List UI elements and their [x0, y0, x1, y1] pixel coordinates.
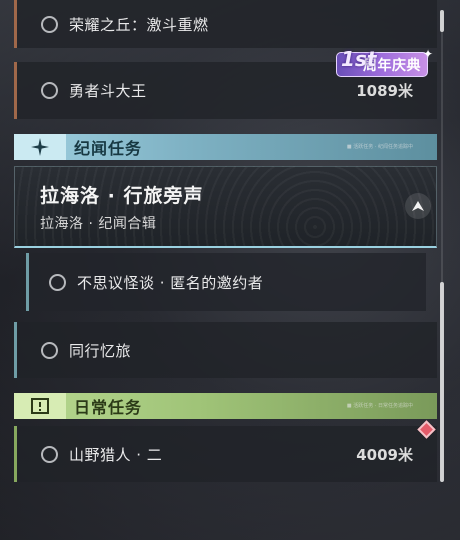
quest-item-companion-memory[interactable]: 同行忆旅 [14, 322, 437, 378]
quest-status-circle-icon [41, 445, 58, 463]
sub-quest-item-anonymous-invitation[interactable]: 不思议怪谈 · 匿名的邀约者 [26, 253, 426, 311]
story-section-caption: ■ 活跃任务 · 纪闻任务追踪中 [346, 144, 413, 150]
story-section-title: 纪闻任务 [74, 139, 143, 158]
story-section-header[interactable]: 纪闻任务 ■ 活跃任务 · 纪闻任务追踪中 [14, 134, 437, 160]
story-quest-icon [14, 134, 66, 160]
featured-quest-subtitle: 拉海洛 · 纪闻合辑 [40, 216, 157, 232]
quest-status-circle-icon [49, 273, 66, 291]
quest-distance: 1089米 [356, 82, 413, 100]
quest-tracker-panel: 荣耀之丘：激斗重燃 勇者斗大王 1089米 1st 周年庆典 ✦ 纪闻任务 ■ … [0, 0, 460, 540]
quest-name: 荣耀之丘：激斗重燃 [69, 15, 209, 34]
quest-status-circle-icon [41, 15, 58, 33]
quest-distance: 4009米 [356, 445, 413, 464]
scrollbar-thumb[interactable] [440, 282, 444, 482]
scrollbar-top-marker [440, 10, 444, 32]
quest-item-glory-hill[interactable]: 荣耀之丘：激斗重燃 [14, 0, 437, 48]
quest-name: 同行忆旅 [69, 341, 132, 360]
featured-quest-card[interactable]: 拉海洛 · 行旅旁声 拉海洛 · 纪闻合辑 [14, 166, 437, 248]
quest-status-circle-icon [41, 341, 58, 359]
sparkle-icon: ✦ [422, 47, 433, 61]
quest-status-circle-icon [41, 82, 58, 99]
featured-quest-title: 拉海洛 · 行旅旁声 [40, 185, 204, 207]
quest-name: 山野猎人 · 二 [69, 445, 163, 464]
daily-section-header[interactable]: 日常任务 ■ 活跃任务 · 日常任务追踪中 [14, 393, 437, 419]
sub-quest-name: 不思议怪谈 · 匿名的邀约者 [77, 273, 264, 292]
quest-name: 勇者斗大王 [69, 82, 147, 100]
daily-quest-icon [14, 393, 66, 419]
anniversary-number: 1st [341, 47, 377, 71]
navigate-arrow-icon[interactable] [405, 193, 431, 219]
daily-section-title: 日常任务 [74, 398, 143, 417]
daily-section-caption: ■ 活跃任务 · 日常任务追踪中 [346, 403, 413, 409]
anniversary-badge[interactable]: 1st 周年庆典 ✦ [336, 47, 433, 77]
quest-item-mountain-hunter[interactable]: 山野猎人 · 二 4009米 [14, 426, 437, 482]
